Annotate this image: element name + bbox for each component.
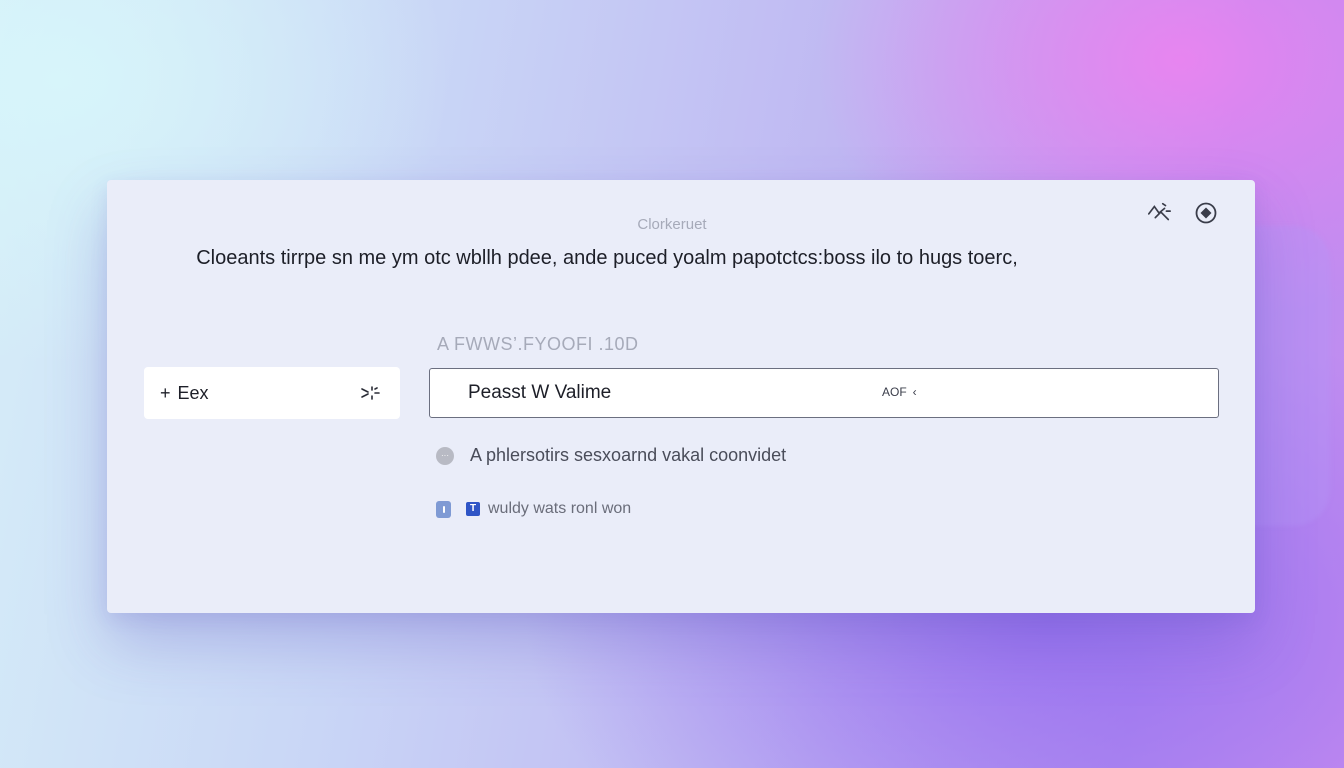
option-row-1[interactable]: ··· A phlersotirs sesxoarnd vakal coonvi…	[436, 445, 786, 466]
eye-target-icon[interactable]	[1193, 200, 1219, 226]
checkbox-icon[interactable]: T	[466, 502, 480, 516]
dialog-panel: Clorkeruet Cloeants tirrpe sn me ym otc …	[107, 180, 1255, 613]
dialog-title: Clorkeruet	[637, 216, 707, 233]
option-row-2[interactable]: T wuldy wats ronl won	[436, 500, 631, 518]
chevron-left-icon: ‹	[912, 385, 917, 399]
chip-label: Eex	[177, 382, 209, 403]
value-input[interactable]: Peasst W Valime AOF ‹	[429, 368, 1219, 418]
plus-icon: +	[160, 382, 171, 403]
toggle-icon[interactable]	[436, 500, 451, 518]
sparkle-settings-icon[interactable]	[1146, 200, 1172, 226]
option-1-label: A phlersotirs sesxoarnd vakal coonvidet	[470, 445, 787, 465]
field-tag[interactable]: AOF ‹	[882, 385, 917, 399]
add-item-chip[interactable]: + Eex	[144, 367, 400, 419]
dialog-subtitle: Cloeants tirrpe sn me ym otc wbllh pdee,…	[196, 247, 1018, 269]
option-2-label: wuldy wats ronl won	[488, 500, 632, 517]
sparkle-icon	[360, 385, 380, 401]
radio-button-icon[interactable]: ···	[436, 446, 454, 465]
field-tag-text: AOF	[882, 385, 907, 399]
field-label: A FWWS’.FYOOFI .10D	[437, 334, 639, 354]
value-input-text: Peasst W Valime	[468, 382, 612, 403]
